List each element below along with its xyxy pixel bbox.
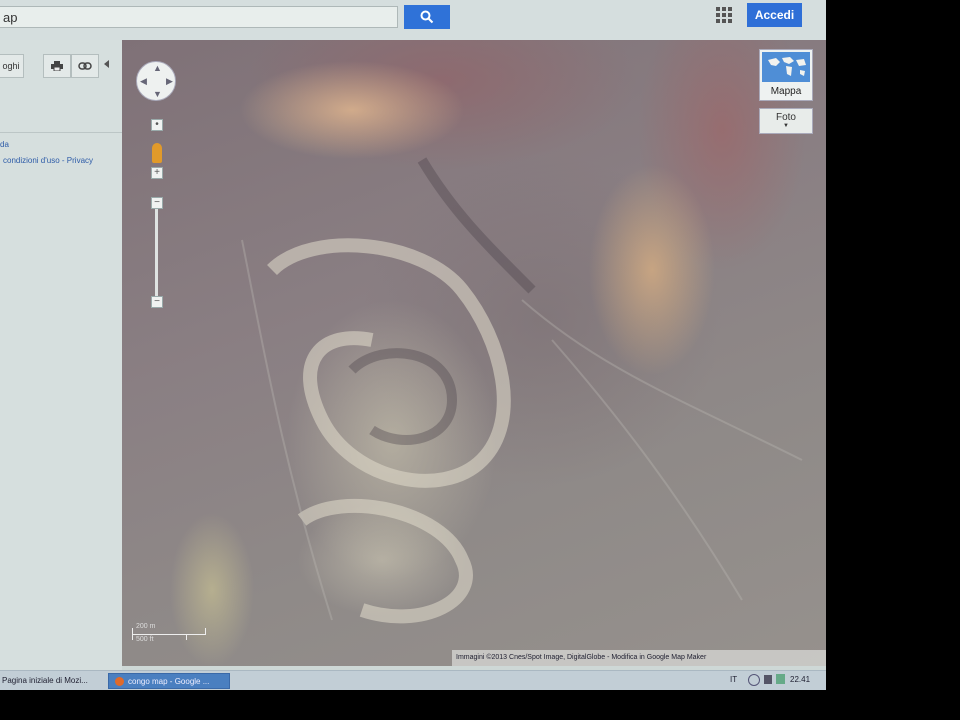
print-button[interactable] — [43, 54, 71, 78]
pan-left-icon[interactable]: ◀ — [140, 77, 147, 86]
scale-bar: 200 m 500 ft — [130, 623, 210, 647]
pan-up-icon[interactable]: ▲ — [153, 64, 162, 73]
scale-top-label: 200 m — [136, 623, 156, 630]
taskbar-item-active[interactable]: congo map - Google ... — [108, 673, 230, 689]
pan-down-icon[interactable]: ▼ — [153, 90, 162, 99]
zoom-out-button[interactable]: − — [151, 296, 163, 308]
link-icon — [78, 62, 92, 70]
my-places-button[interactable]: oghi — [0, 54, 24, 78]
map-type-button[interactable]: Mappa — [759, 49, 813, 101]
scale-line — [132, 634, 206, 635]
chevron-down-icon: ▼ — [783, 123, 789, 129]
photo-label: Foto — [775, 112, 796, 123]
sidebar-divider — [0, 132, 122, 133]
browser-window: ap Accedi oghi da condizioni d'uso - Pri… — [0, 0, 826, 690]
taskbar: Pagina iniziale di Mozi... congo map - G… — [0, 670, 826, 690]
search-button[interactable] — [404, 5, 450, 29]
sidebar-link[interactable]: da — [0, 140, 9, 149]
clock[interactable]: 22.41 — [790, 675, 810, 684]
language-indicator[interactable]: IT — [730, 675, 737, 684]
map-attribution: Immagini ©2013 Cnes/Spot Image, DigitalG… — [452, 650, 826, 666]
firefox-icon — [115, 677, 124, 687]
zoom-slider-handle[interactable]: − — [151, 197, 163, 209]
taskbar-item-label: congo map - Google ... — [128, 677, 210, 686]
pan-right-icon[interactable]: ▶ — [166, 77, 173, 86]
show-hidden-icons-icon[interactable] — [748, 674, 760, 686]
signin-button[interactable]: Accedi — [747, 3, 802, 27]
search-icon — [420, 10, 434, 24]
search-input[interactable]: ap — [0, 6, 398, 28]
print-icon — [51, 61, 63, 71]
network-icon[interactable] — [776, 674, 785, 684]
my-places-label: oghi — [2, 61, 20, 71]
zoom-in-button[interactable]: + — [151, 167, 163, 179]
collapse-panel-icon[interactable] — [104, 60, 109, 68]
scale-bottom-label: 500 ft — [136, 636, 154, 643]
reset-view-button[interactable]: • — [151, 119, 163, 131]
link-button[interactable] — [71, 54, 99, 78]
zoom-slider-track[interactable] — [155, 208, 158, 300]
world-map-thumbnail-icon — [762, 52, 810, 82]
pan-control[interactable]: ▲ ▼ ◀ ▶ — [136, 61, 176, 101]
volume-icon[interactable] — [764, 675, 772, 684]
google-header: ap Accedi — [0, 0, 826, 41]
photo-button[interactable]: Foto ▼ — [759, 108, 813, 134]
terms-privacy-link[interactable]: condizioni d'uso - Privacy — [3, 156, 93, 165]
terrain-overlay — [241, 157, 803, 624]
pegman-icon[interactable] — [152, 143, 162, 163]
taskbar-item[interactable]: Pagina iniziale di Mozi... — [0, 673, 102, 689]
system-tray: IT 22.41 — [724, 673, 824, 689]
satellite-map[interactable]: ▲ ▼ ◀ ▶ • + − − Mappa Foto ▼ 200 m 500 f… — [122, 40, 826, 666]
map-type-label: Mappa — [770, 86, 802, 97]
apps-grid-icon[interactable] — [716, 7, 732, 23]
sidebar-panel: oghi da condizioni d'uso - Privacy — [0, 40, 122, 670]
